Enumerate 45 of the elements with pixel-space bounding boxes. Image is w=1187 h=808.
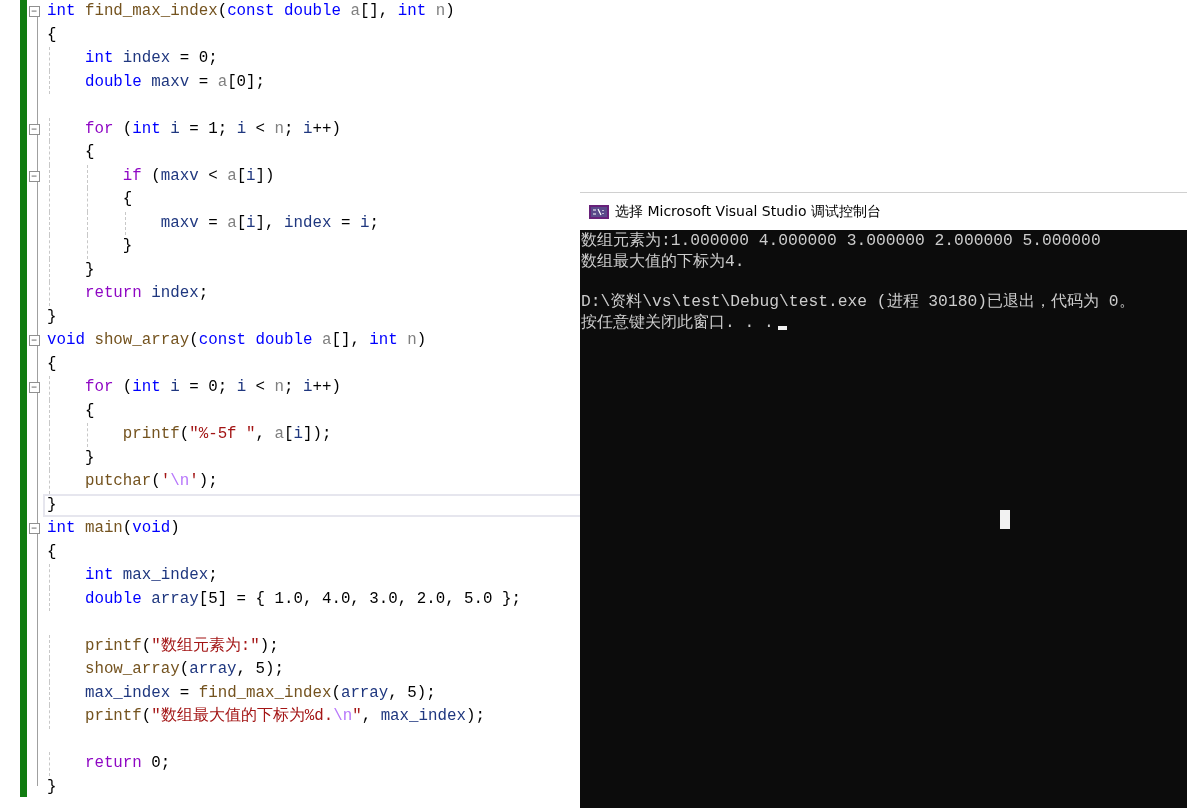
code-line: max_index = find_max_index(array, 5); <box>83 682 436 704</box>
code-line: } <box>46 306 57 328</box>
console-line: 按任意键关闭此窗口. . . <box>581 312 774 333</box>
code-line: for (int i = 1; i < n; i++) <box>83 118 341 140</box>
code-line: } <box>46 494 57 516</box>
code-line: return index; <box>83 283 209 304</box>
code-line: show_array(array, 5); <box>83 659 284 680</box>
console-icon <box>589 204 609 219</box>
collapse-icon[interactable] <box>29 335 40 346</box>
code-line: } <box>46 776 57 798</box>
code-line: double array[5] = { 1.0, 4.0, 3.0, 2.0, 5.0 }; <box>83 588 521 610</box>
code-line: int find_max_index(const double a[], int n) <box>46 1 455 22</box>
code-line: for (int i = 0; i < n; i++) <box>83 377 341 398</box>
code-line: putchar('\n'); <box>83 471 218 492</box>
code-line: printf("%-5f ", a[i]); <box>121 424 332 445</box>
window-title: 选择 Microsoft Visual Studio 调试控制台 <box>615 202 881 221</box>
code-line: int index = 0; <box>83 48 218 69</box>
block-cursor <box>1000 510 1010 529</box>
code-line: { <box>83 142 95 163</box>
code-line: printf("数组元素为:"); <box>83 635 279 657</box>
collapse-icon[interactable] <box>29 382 40 393</box>
text-cursor <box>777 326 787 330</box>
code-line: } <box>121 236 133 257</box>
code-line: } <box>83 447 95 469</box>
collapse-icon[interactable] <box>29 170 40 182</box>
console-line: 数组元素为:1.000000 4.000000 3.000000 2.000000 5.000000 <box>581 231 1101 252</box>
code-line: { <box>46 24 57 46</box>
code-line: return 0; <box>83 753 171 774</box>
console-line: 数组最大值的下标为4. <box>581 251 745 272</box>
code-line: } <box>83 259 95 281</box>
code-line: if (maxv < a[i]) <box>121 165 275 187</box>
collapse-icon[interactable] <box>29 123 40 135</box>
collapse-icon[interactable] <box>29 523 40 534</box>
collapse-icon[interactable] <box>29 6 40 17</box>
code-line: maxv = a[i], index = i; <box>159 212 379 234</box>
code-line: double maxv = a[0]; <box>83 71 266 93</box>
code-line: { <box>121 189 133 210</box>
code-line: printf("数组最大值的下标为%d.\n", max_index); <box>83 706 485 727</box>
code-line: void show_array(const double a[], int n) <box>46 330 427 351</box>
console-line: D:\资料\vs\test\Debug\test.exe (进程 30180)已退出，代码为 0。 <box>581 292 1135 313</box>
code-line: { <box>46 353 57 375</box>
code-line: int max_index; <box>83 565 218 586</box>
code-line: { <box>83 400 95 422</box>
code-line: { <box>46 541 57 563</box>
code-line: int main(void) <box>46 518 180 539</box>
